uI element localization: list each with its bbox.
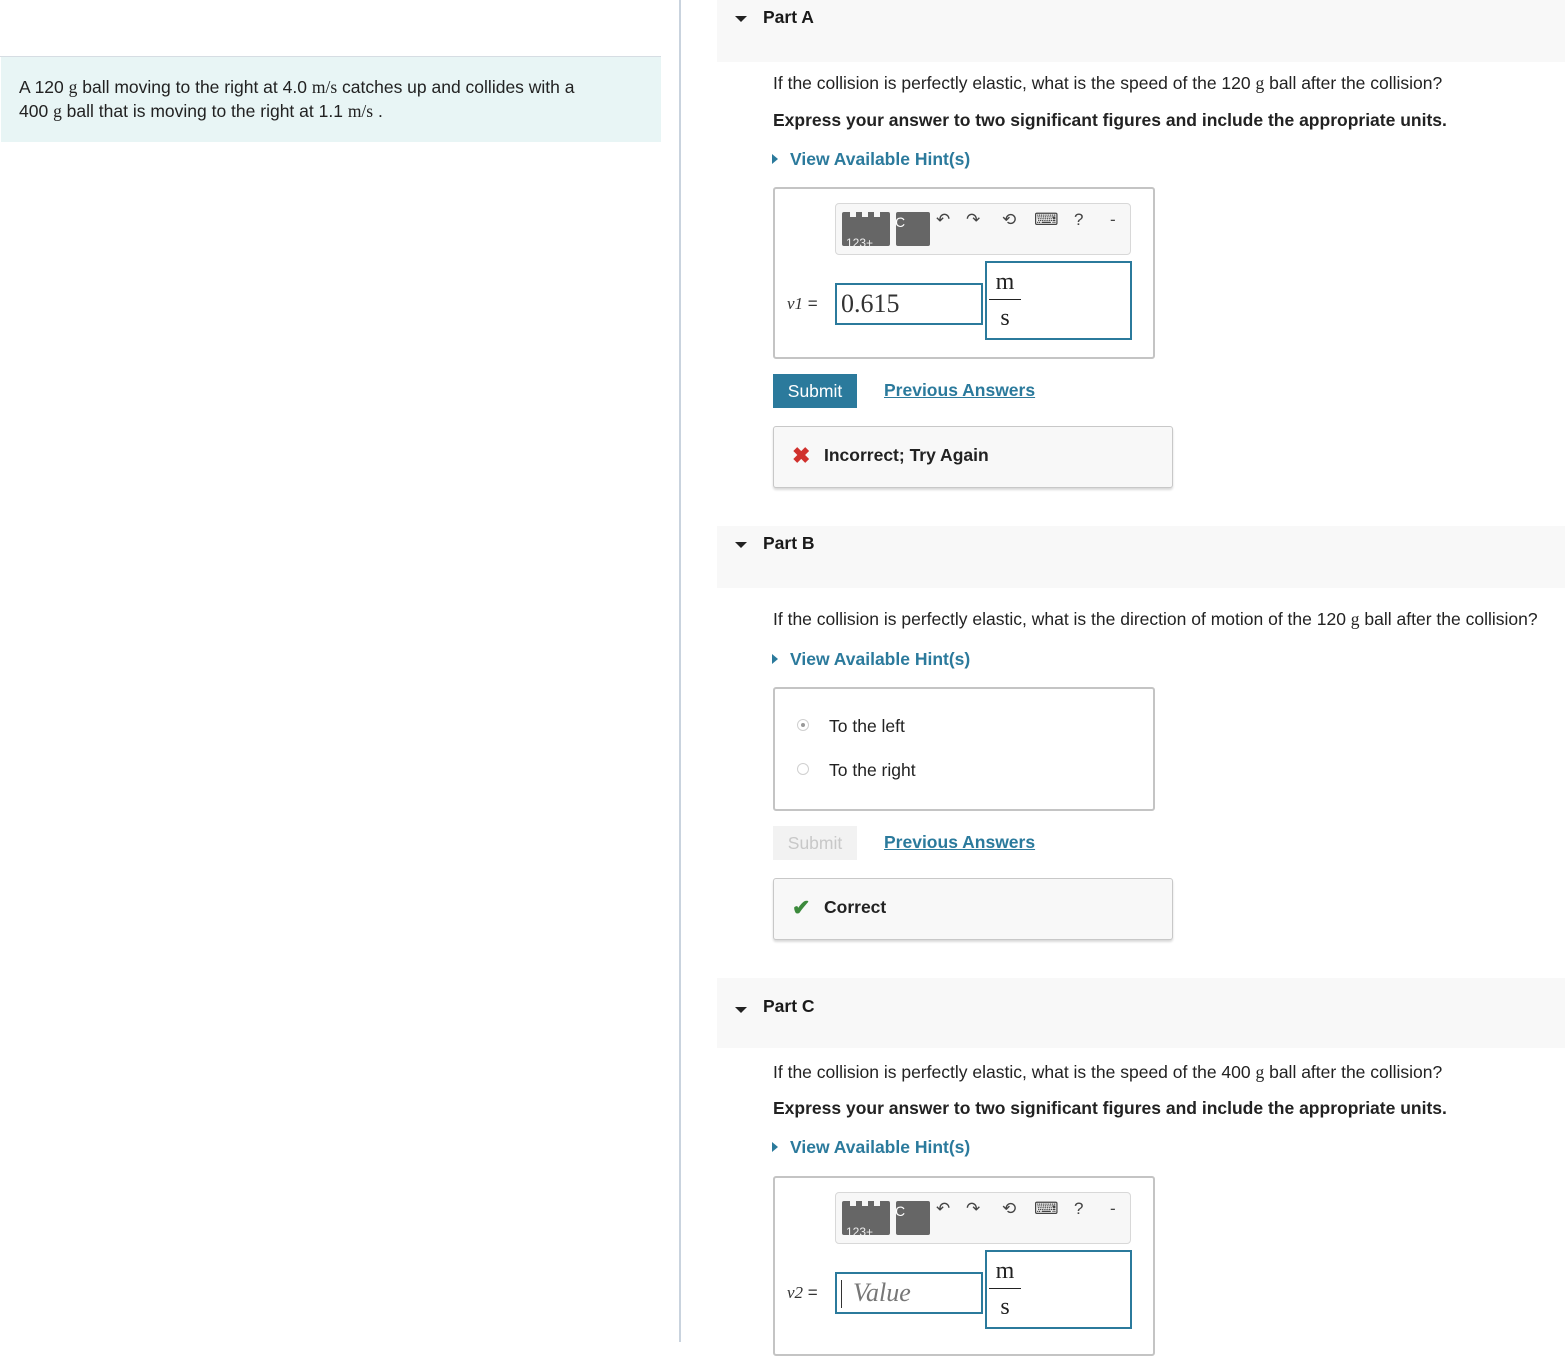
keyboard-icon[interactable]: ⌨ — [1034, 1199, 1059, 1219]
panel-divider[interactable] — [679, 0, 681, 1342]
problem-text-segment: ball moving to the right at 4.0 — [77, 77, 312, 97]
radio-button[interactable] — [797, 719, 809, 732]
unit: m/s — [347, 101, 374, 121]
more-icon[interactable]: - — [1110, 210, 1116, 230]
part-c-hint-link[interactable]: View Available Hint(s) — [772, 1137, 970, 1158]
help-icon[interactable]: ? — [1074, 210, 1083, 230]
part-b-feedback: ✔ Correct — [773, 878, 1173, 940]
hint-label: View Available Hint(s) — [790, 649, 971, 669]
question-text-end: ball after the collision? — [1264, 1062, 1443, 1082]
value-input[interactable]: Value — [835, 1272, 983, 1314]
templates-button[interactable]: 123+ — [842, 1201, 890, 1235]
radio-button[interactable] — [797, 763, 809, 776]
correct-check-icon: ✔ — [792, 895, 811, 920]
hint-label: View Available Hint(s) — [790, 1137, 971, 1157]
part-b-choices: To the left To the right — [773, 687, 1155, 811]
question-text-end: ball after the collision? — [1264, 73, 1443, 93]
hint-label: View Available Hint(s) — [790, 149, 971, 169]
part-b-previous-answers-link[interactable]: Previous Answers — [884, 832, 1035, 853]
unit: m/s — [311, 77, 338, 97]
problem-text-segment: A 120 — [19, 77, 69, 97]
part-b-submit-button[interactable]: Submit — [773, 826, 857, 860]
part-c-answer-box: 123+ C ↶ ↷ ⟲ ⌨ ? - v2 = Value m s — [773, 1176, 1155, 1356]
reset-icon[interactable]: ⟲ — [1002, 1199, 1016, 1219]
caret-right-icon — [772, 1142, 778, 1153]
part-c-question: If the collision is perfectly elastic, w… — [773, 1062, 1442, 1083]
question-text: If the collision is perfectly elastic, w… — [773, 1062, 1256, 1082]
part-a-question: If the collision is perfectly elastic, w… — [773, 73, 1442, 94]
units-input[interactable]: m s — [985, 1250, 1132, 1329]
keyboard-icon[interactable]: ⌨ — [1034, 210, 1059, 230]
undo-icon[interactable]: ↶ — [936, 210, 950, 230]
text-cursor — [841, 1280, 842, 1308]
collapse-caret-icon[interactable] — [735, 1007, 747, 1013]
reset-icon[interactable]: ⟲ — [1002, 210, 1016, 230]
unit: g — [53, 101, 62, 121]
more-icon[interactable]: - — [1110, 1199, 1116, 1219]
part-c-title: Part C — [763, 996, 815, 1016]
units-input[interactable]: m s — [985, 261, 1132, 340]
part-a-previous-answers-link[interactable]: Previous Answers — [884, 380, 1035, 401]
problem-text-segment: ball that is moving to the right at 1.1 — [61, 101, 348, 121]
feedback-text: Correct — [824, 897, 887, 917]
part-a-answer-box: 123+ C ↶ ↷ ⟲ ⌨ ? - v1 = 0.615 m s — [773, 187, 1155, 359]
unit-g: g — [1255, 73, 1265, 93]
choice-to-the-right[interactable]: To the right — [797, 760, 916, 781]
unit-g: g — [1350, 609, 1360, 629]
problem-text-segment: 400 — [19, 101, 54, 121]
question-text: If the collision is perfectly elastic, w… — [773, 609, 1351, 629]
symbols-button[interactable]: C — [895, 1201, 930, 1235]
caret-right-icon — [772, 654, 778, 665]
part-a-feedback: ✖ Incorrect; Try Again — [773, 426, 1173, 488]
problem-text-segment: . — [373, 101, 383, 121]
part-a-instruction: Express your answer to two significant f… — [773, 110, 1447, 130]
part-a-submit-button[interactable]: Submit — [773, 374, 857, 408]
caret-right-icon — [772, 154, 778, 165]
choice-to-the-left[interactable]: To the left — [797, 716, 905, 737]
incorrect-x-icon: ✖ — [792, 443, 811, 468]
unit-fraction: m s — [989, 1256, 1021, 1321]
problem-text-segment: catches up and collides with a — [337, 77, 575, 97]
problem-panel: A 120 g ball moving to the right at 4.0 … — [0, 0, 680, 1342]
redo-icon[interactable]: ↷ — [966, 1199, 980, 1219]
part-a-title: Part A — [763, 7, 814, 27]
variable-label: v2 = — [787, 1283, 818, 1302]
part-b-question: If the collision is perfectly elastic, w… — [773, 609, 1538, 630]
help-icon[interactable]: ? — [1074, 1199, 1083, 1219]
problem-text: A 120 g ball moving to the right at 4.0 … — [19, 77, 575, 121]
part-a-header[interactable]: Part A — [717, 0, 1565, 62]
value-input[interactable]: 0.615 — [835, 283, 983, 325]
math-toolbar: 123+ C ↶ ↷ ⟲ ⌨ ? - — [835, 203, 1131, 255]
problem-statement: A 120 g ball moving to the right at 4.0 … — [1, 57, 661, 142]
feedback-text: Incorrect; Try Again — [824, 445, 989, 465]
part-b-hint-link[interactable]: View Available Hint(s) — [772, 649, 970, 670]
math-toolbar: 123+ C ↶ ↷ ⟲ ⌨ ? - — [835, 1192, 1131, 1244]
unit-g: g — [1255, 1062, 1265, 1082]
part-a-hint-link[interactable]: View Available Hint(s) — [772, 149, 970, 170]
part-b-header[interactable]: Part B — [717, 526, 1565, 588]
collapse-caret-icon[interactable] — [735, 542, 747, 548]
redo-icon[interactable]: ↷ — [966, 210, 980, 230]
question-text: If the collision is perfectly elastic, w… — [773, 73, 1256, 93]
part-c-header[interactable]: Part C — [717, 978, 1565, 1048]
unit-fraction: m s — [989, 267, 1021, 332]
collapse-caret-icon[interactable] — [735, 16, 747, 22]
question-text-end: ball after the collision? — [1359, 609, 1538, 629]
part-c-instruction: Express your answer to two significant f… — [773, 1098, 1447, 1118]
part-b-title: Part B — [763, 533, 815, 553]
templates-button[interactable]: 123+ — [842, 212, 890, 246]
undo-icon[interactable]: ↶ — [936, 1199, 950, 1219]
variable-label: v1 = — [787, 294, 818, 313]
symbols-button[interactable]: C — [895, 212, 930, 246]
